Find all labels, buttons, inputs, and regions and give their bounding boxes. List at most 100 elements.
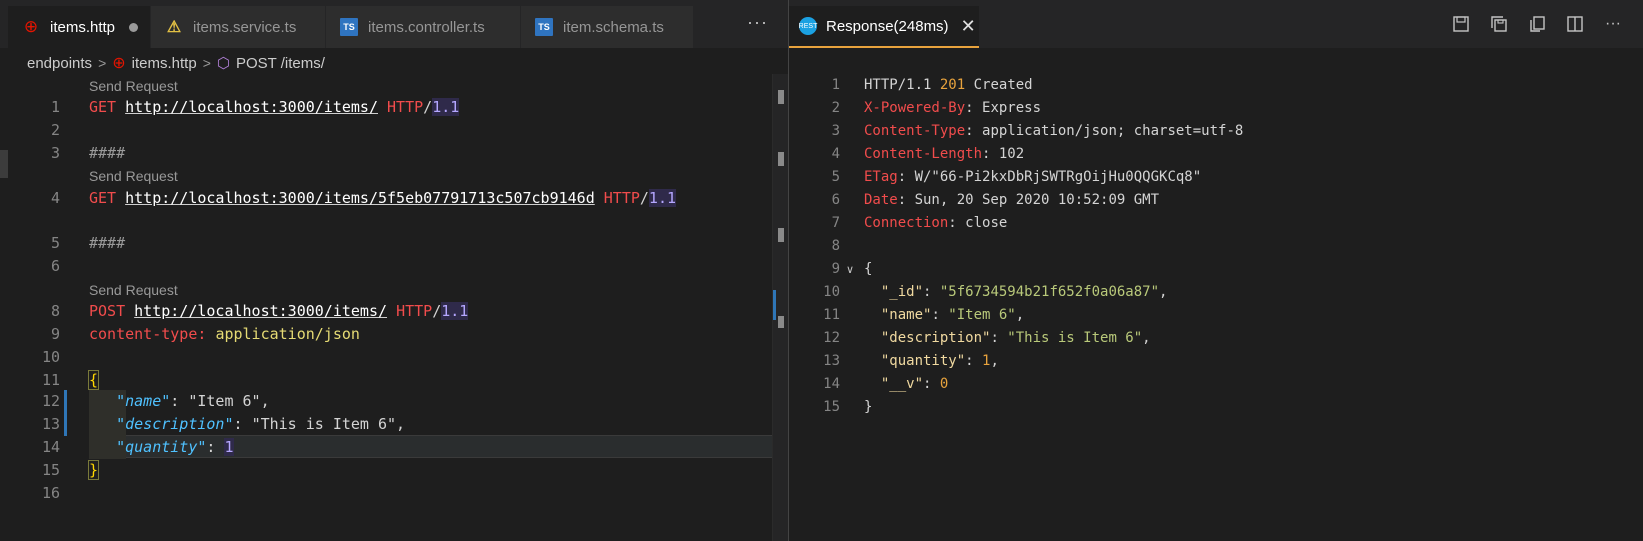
json-key: "_id" [880, 284, 924, 300]
json-value: 0 [939, 376, 949, 392]
json-brace: { [87, 370, 100, 390]
header-value: W/"66-Pi2kxDbRjSWTRgOijHu0QQGKCq8" [914, 169, 1202, 185]
response-header: Content-Length: 102 [864, 146, 1025, 162]
line-number: 6 [50, 257, 60, 275]
status-protocol: HTTP/1.1 [864, 77, 932, 93]
save-icon[interactable] [1451, 14, 1471, 34]
send-request-codelens[interactable]: Send Request [89, 282, 178, 298]
header-name: content-type: [89, 325, 207, 343]
line-number: 11 [41, 371, 60, 389]
line-number: 7 [831, 215, 840, 231]
json-line: "__v": 0 [880, 376, 949, 392]
line-number: 14 [41, 438, 60, 456]
header-name: Content-Type [864, 123, 966, 139]
line-number: 8 [50, 302, 60, 320]
status-code: 201 [939, 77, 966, 93]
response-header: ETag: W/"66-Pi2kxDbRjSWTRgOijHu0QQGKCq8" [864, 169, 1202, 185]
line-number: 13 [41, 415, 60, 433]
response-header: X-Powered-By: Express [864, 100, 1042, 116]
typescript-icon: TS [535, 18, 553, 36]
tab-items-http[interactable]: ⊕ items.http [8, 6, 150, 48]
json-value: "This is Item 6" [1007, 330, 1143, 346]
unsaved-dot-icon[interactable] [129, 22, 139, 32]
request-url[interactable]: http://localhost:3000/items/5f5eb0779171… [125, 189, 595, 207]
copy-icon[interactable] [1527, 14, 1547, 34]
request-url[interactable]: http://localhost:3000/items/ [125, 98, 378, 116]
http-version: 1.1 [432, 98, 460, 116]
header-name: X-Powered-By [864, 100, 966, 116]
line-number: 3 [831, 123, 840, 139]
tab-response[interactable]: REST Response(248ms) ✕ [789, 6, 979, 48]
request-line: POST http://localhost:3000/items/ HTTP/1… [89, 302, 469, 320]
more-icon[interactable]: ··· [1603, 14, 1623, 34]
line-number: 10 [823, 284, 840, 300]
http-globe-icon: ⊕ [23, 17, 39, 36]
fold-chevron-down-icon[interactable]: ∨ [846, 263, 854, 276]
line-number: 12 [823, 330, 840, 346]
scroll-marker [778, 228, 784, 242]
send-request-codelens[interactable]: Send Request [89, 168, 178, 184]
json-key: "name" [880, 307, 932, 323]
scroll-marker [778, 152, 784, 166]
rest-client-icon: REST [799, 17, 817, 35]
json-value: "Item 6", [188, 392, 270, 410]
json-line: "description": "This is Item 6", [880, 330, 1151, 346]
header-name: ETag [864, 169, 898, 185]
editor-tab-bar: ⊕ items.http ⚠ items.service.ts TS items… [0, 0, 808, 48]
breadcrumb-symbol[interactable]: POST /items/ [236, 55, 325, 72]
json-key: "description" [116, 415, 234, 433]
json-line: "name": "Item 6", [880, 307, 1025, 323]
line-number: 15 [41, 461, 60, 479]
request-line: GET http://localhost:3000/items/5f5eb077… [89, 189, 677, 207]
save-body-icon[interactable] [1489, 14, 1509, 34]
editor-scrollbar[interactable] [772, 74, 789, 541]
line-number: 1 [50, 98, 60, 116]
json-line: { [87, 370, 100, 390]
line-number: 11 [823, 307, 840, 323]
response-editor-group: REST Response(248ms) ✕ ··· 1 2 3 4 5 6 7… [789, 0, 1643, 541]
tab-items-controller[interactable]: TS items.controller.ts [326, 6, 520, 48]
breadcrumb-file[interactable]: items.http [132, 55, 197, 72]
scroll-marker [778, 316, 784, 328]
tab-label: items.http [50, 18, 116, 36]
line-number: 3 [50, 144, 60, 162]
line-number: 6 [831, 192, 840, 208]
line-number: 2 [50, 121, 60, 139]
tab-label: Response(248ms) [826, 17, 949, 35]
header-value: 102 [998, 146, 1025, 162]
editor-actions: ··· [1451, 14, 1623, 34]
http-version: 1.1 [648, 189, 677, 207]
symbol-cube-icon: ⬡ [216, 55, 230, 72]
line-number: 15 [823, 399, 840, 415]
json-line: "quantity": 1 [116, 438, 234, 456]
json-brace: { [864, 261, 873, 277]
split-editor-icon[interactable] [1565, 14, 1585, 34]
tab-label: items.controller.ts [368, 18, 485, 36]
typescript-icon: TS [340, 18, 358, 36]
header-value: Express [982, 100, 1042, 116]
json-key: "quantity" [116, 438, 207, 456]
chevron-right-icon: > [98, 55, 107, 71]
json-value: "Item 6" [948, 307, 1016, 323]
header-name: Content-Length [864, 146, 983, 162]
line-number: 5 [50, 234, 60, 252]
line-number: 9 [831, 261, 840, 277]
json-brace: } [864, 399, 873, 415]
request-url[interactable]: http://localhost:3000/items/ [134, 302, 387, 320]
json-value: 1 [982, 353, 991, 369]
tab-items-service[interactable]: ⚠ items.service.ts [151, 6, 325, 48]
http-protocol: HTTP [396, 302, 433, 320]
header-value: application/json [215, 325, 360, 343]
header-value: application/json; charset=utf-8 [982, 123, 1244, 139]
response-tab-bar: REST Response(248ms) ✕ ··· [789, 0, 1643, 48]
send-request-codelens[interactable]: Send Request [89, 78, 178, 94]
tab-item-schema[interactable]: TS item.schema.ts [521, 6, 693, 48]
json-line: "quantity": 1, [880, 353, 999, 369]
close-icon[interactable]: ✕ [961, 16, 976, 37]
header-name: Date [864, 192, 898, 208]
more-actions-icon[interactable]: ··· [747, 12, 768, 33]
json-line: "description": "This is Item 6", [116, 415, 406, 433]
json-key: "quantity" [880, 353, 966, 369]
breadcrumb-folder[interactable]: endpoints [27, 55, 92, 72]
angular-icon: ⚠ [166, 19, 182, 36]
